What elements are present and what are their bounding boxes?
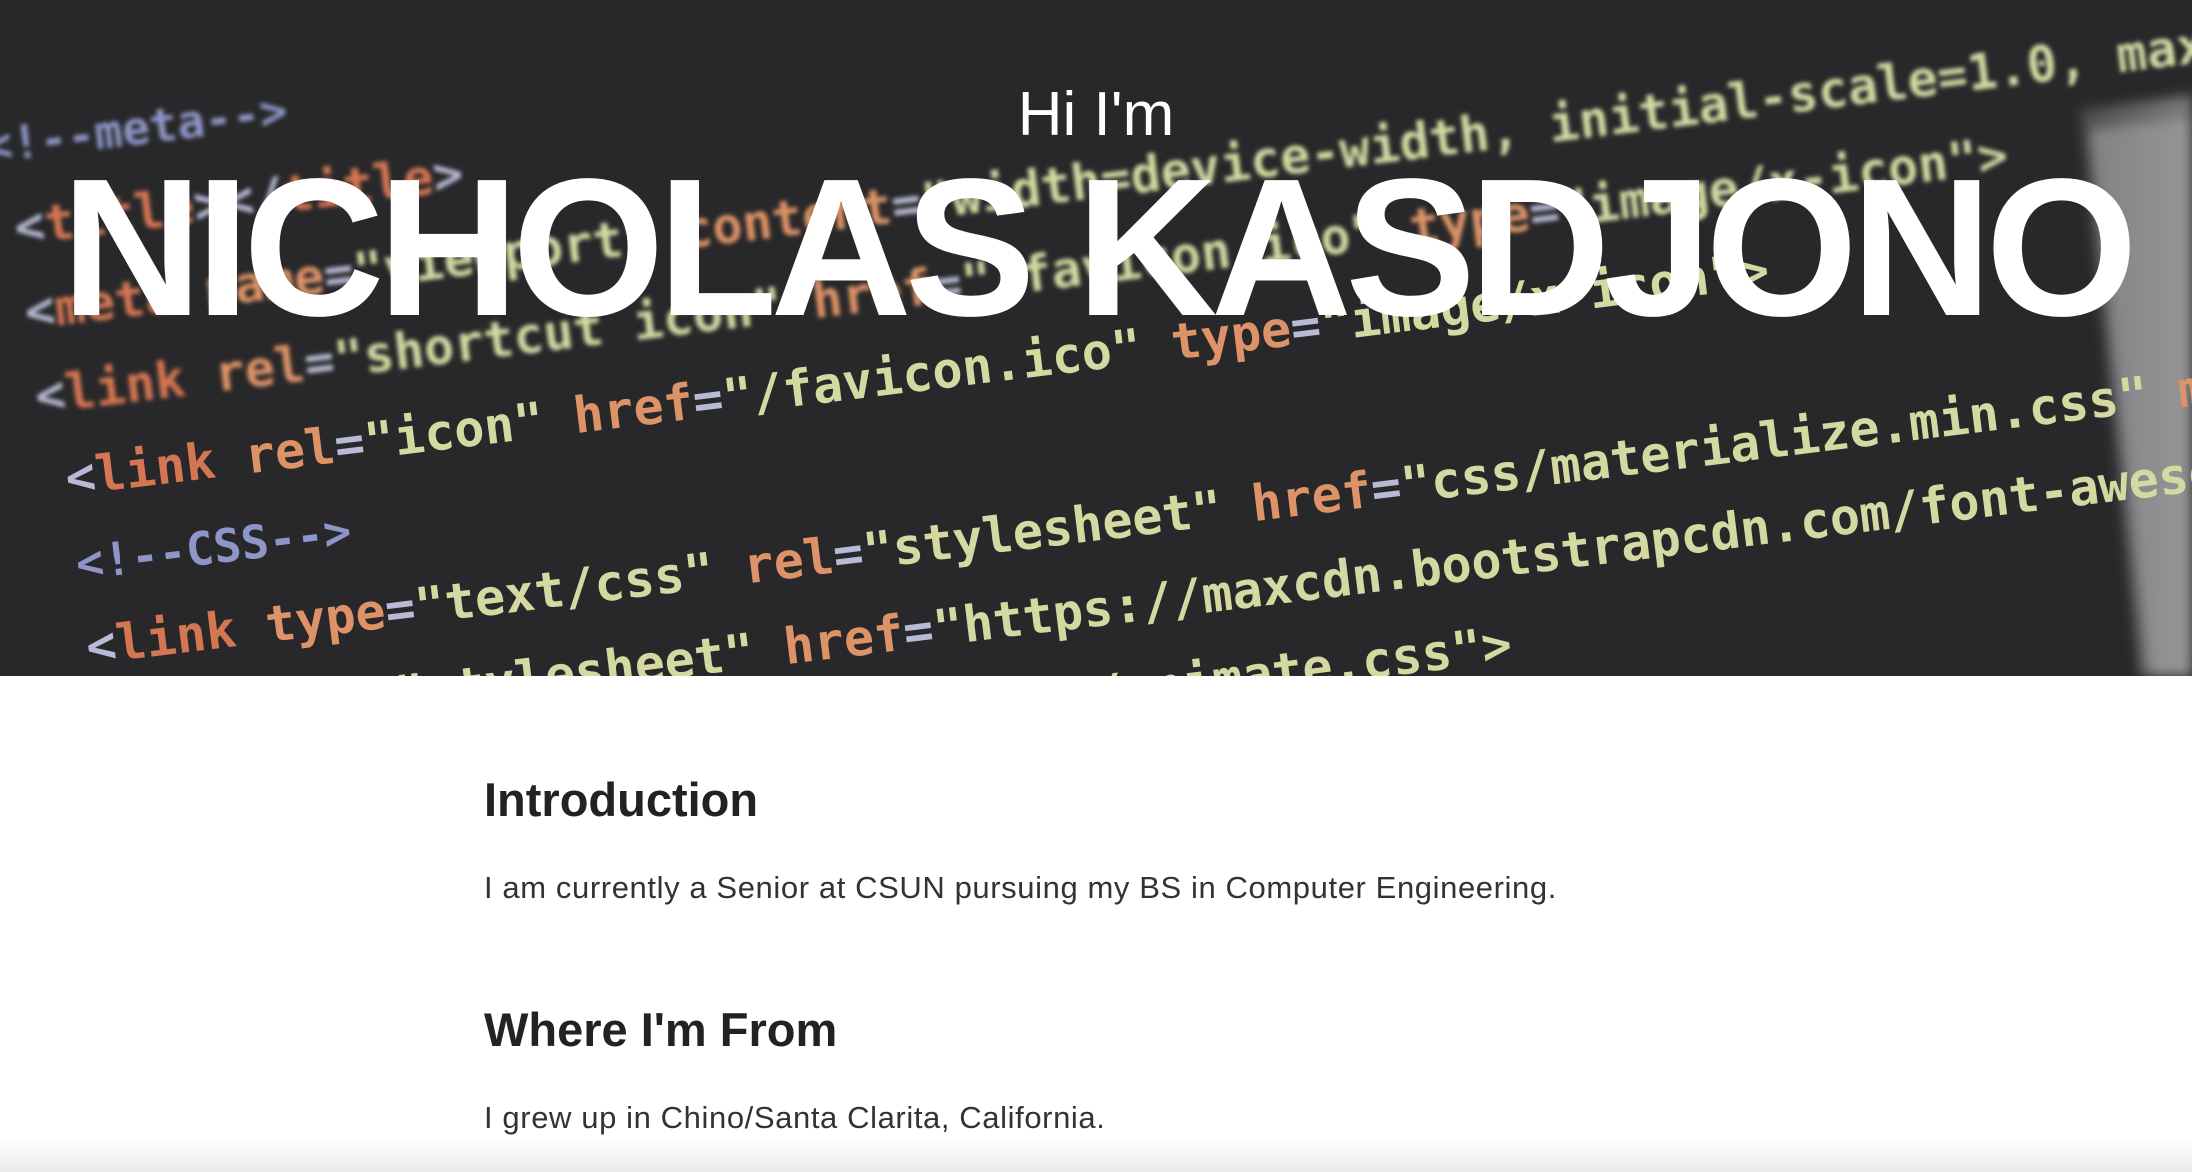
section-text: I am currently a Senior at CSUN pursuing… (484, 870, 1557, 905)
main-content: Introduction I am currently a Senior at … (484, 760, 1704, 1135)
section-title: Introduction (484, 773, 759, 826)
section-title: Where I'm From (484, 1003, 838, 1056)
hero-name-heading: NICHOLAS KASDJONO (61, 138, 2138, 357)
section-introduction: Introduction I am currently a Senior at … (484, 760, 1704, 918)
hero-banner: <!--meta--> <title></title> <meta name="… (0, 0, 2192, 676)
section-where-from: Where I'm From I grew up in Chino/Santa … (484, 990, 1105, 1148)
bottom-edge-shade (0, 1138, 2192, 1172)
